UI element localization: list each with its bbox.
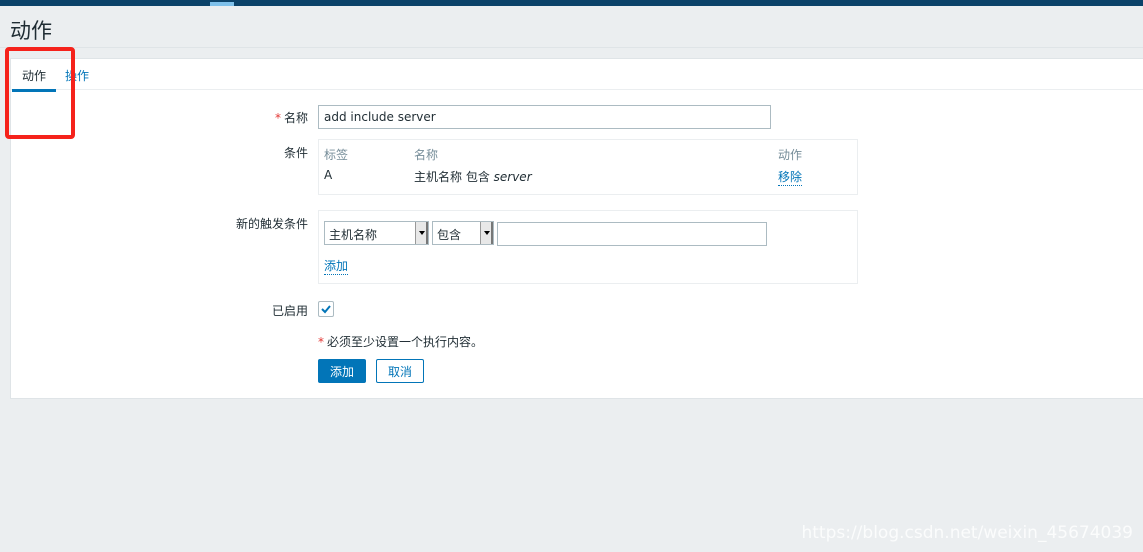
divider bbox=[0, 47, 1143, 48]
enabled-label: 已启用 bbox=[271, 304, 308, 318]
new-condition-box: 主机名称 包含 添加 bbox=[318, 210, 858, 284]
top-nav-bar bbox=[0, 0, 1143, 6]
enabled-checkbox[interactable] bbox=[318, 301, 334, 317]
name-input[interactable] bbox=[318, 105, 771, 129]
col-header-action: 动作 bbox=[778, 148, 803, 162]
highlight-annotation bbox=[5, 47, 75, 139]
conditions-table: 标签 名称 动作 A 主机名称 包含 server 移除 bbox=[318, 139, 858, 195]
condition-value-input[interactable] bbox=[497, 222, 767, 246]
operator-select[interactable]: 包含 bbox=[432, 221, 494, 245]
conditions-label: 条件 bbox=[283, 146, 308, 160]
name-label: * 名称 bbox=[274, 111, 308, 125]
new-condition-label: 新的触发条件 bbox=[235, 217, 308, 231]
page-title: 动作 bbox=[10, 19, 52, 43]
tab-bar: 动作 操作 bbox=[11, 59, 1143, 92]
checkmark-icon bbox=[321, 305, 331, 314]
cancel-button[interactable]: 取消 bbox=[376, 359, 424, 383]
form-panel: 动作 操作 *名称 条件 标签 名称 动作 A 主机名称 包含 server 移… bbox=[10, 58, 1143, 399]
chevron-down-icon bbox=[415, 222, 428, 244]
condition-label: A bbox=[324, 168, 333, 182]
condition-type-select[interactable]: 主机名称 bbox=[324, 221, 429, 245]
condition-name: 主机名称 包含 server bbox=[414, 170, 532, 184]
col-header-label: 标签 bbox=[324, 148, 349, 162]
watermark: https://blog.csdn.net/weixin_45674039 bbox=[801, 523, 1133, 543]
chevron-down-icon bbox=[480, 222, 493, 244]
required-note: * 必须至少设置一个执行内容。 bbox=[318, 335, 484, 349]
remove-condition-link[interactable]: 移除 bbox=[778, 168, 803, 186]
add-button[interactable]: 添加 bbox=[318, 359, 366, 383]
col-header-name: 名称 bbox=[414, 148, 439, 162]
add-condition-link[interactable]: 添加 bbox=[324, 257, 349, 275]
active-menu-indicator bbox=[210, 2, 234, 6]
